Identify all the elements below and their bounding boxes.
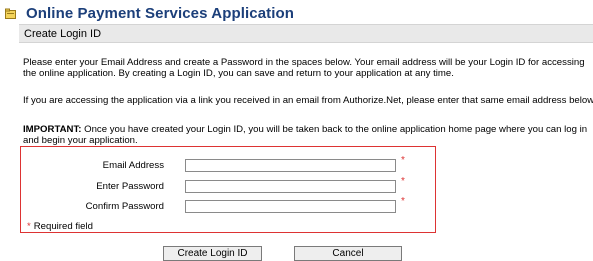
required-field-note: * Required field <box>27 221 93 232</box>
required-star: * <box>401 155 405 166</box>
instructions-paragraph: Please enter your Email Address and crea… <box>23 57 585 79</box>
page-header: Online Payment Services Application <box>5 4 294 22</box>
folder-icon <box>5 8 16 19</box>
important-label: IMPORTANT: <box>23 124 82 135</box>
email-field[interactable] <box>185 158 396 172</box>
password-label: Enter Password <box>96 180 164 192</box>
email-label: Email Address <box>102 159 164 171</box>
password-field[interactable] <box>185 179 396 193</box>
login-form: Email Address * Enter Password * Confirm… <box>20 146 436 233</box>
page-title: Online Payment Services Application <box>26 4 295 22</box>
required-star: * <box>401 176 405 187</box>
important-text: Once you have created your Login ID, you… <box>23 124 588 146</box>
required-star: * <box>27 221 31 232</box>
authorize-net-note: If you are accessing the application via… <box>23 95 593 106</box>
confirm-password-label: Confirm Password <box>85 200 164 212</box>
important-note: IMPORTANT: Once you have created your Lo… <box>23 124 593 146</box>
required-star: * <box>401 196 405 207</box>
confirm-password-field[interactable] <box>185 199 396 213</box>
section-subheader: Create Login ID <box>19 24 593 43</box>
required-field-label: Required field <box>33 221 93 232</box>
